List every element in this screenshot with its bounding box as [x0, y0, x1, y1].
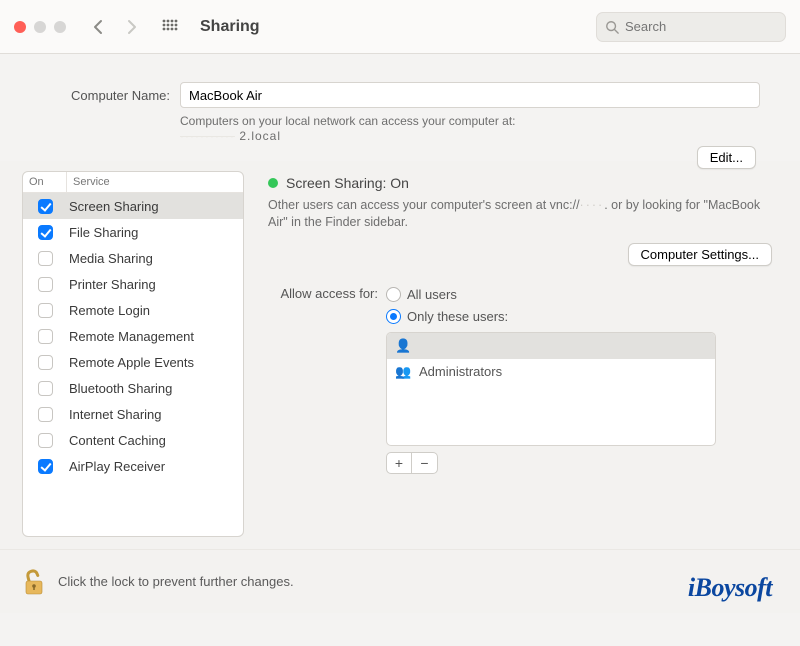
- services-header-on: On: [23, 172, 67, 192]
- service-checkbox[interactable]: [38, 459, 53, 474]
- service-name: Remote Apple Events: [67, 355, 243, 370]
- service-name: File Sharing: [67, 225, 243, 240]
- radio-icon: [386, 287, 401, 302]
- search-icon: [605, 20, 619, 34]
- service-name: Screen Sharing: [67, 199, 243, 214]
- allow-access-label: Allow access for:: [268, 284, 378, 474]
- computer-settings-button[interactable]: Computer Settings...: [628, 243, 773, 266]
- zoom-window-button[interactable]: [54, 21, 66, 33]
- user-name: Administrators: [419, 364, 502, 379]
- forward-button[interactable]: [120, 15, 144, 39]
- service-name: Content Caching: [67, 433, 243, 448]
- status-indicator-icon: [268, 178, 278, 188]
- computer-name-hostname: ··········· 2.local: [180, 129, 760, 143]
- search-input[interactable]: [625, 19, 777, 34]
- service-detail-pane: Screen Sharing: On Other users can acces…: [262, 171, 778, 537]
- lock-description: Click the lock to prevent further change…: [58, 574, 294, 589]
- back-button[interactable]: [86, 15, 110, 39]
- remove-user-button[interactable]: −: [412, 452, 438, 474]
- service-checkbox[interactable]: [38, 329, 53, 344]
- service-row[interactable]: File Sharing: [23, 219, 243, 245]
- service-checkbox[interactable]: [38, 433, 53, 448]
- computer-name-section: Computer Name: Computers on your local n…: [0, 54, 800, 161]
- computer-name-description: Computers on your local network can acce…: [180, 114, 640, 128]
- service-name: AirPlay Receiver: [67, 459, 243, 474]
- service-name: Bluetooth Sharing: [67, 381, 243, 396]
- service-name: Printer Sharing: [67, 277, 243, 292]
- service-checkbox[interactable]: [38, 225, 53, 240]
- service-checkbox[interactable]: [38, 407, 53, 422]
- service-checkbox[interactable]: [38, 381, 53, 396]
- radio-all-users[interactable]: All users: [386, 284, 772, 306]
- footer: Click the lock to prevent further change…: [0, 549, 800, 613]
- service-row[interactable]: Content Caching: [23, 427, 243, 453]
- edit-hostname-button[interactable]: Edit...: [697, 146, 756, 169]
- users-list[interactable]: 👤 👥 Administrators: [386, 332, 716, 446]
- service-checkbox[interactable]: [38, 277, 53, 292]
- person-icon: 👤: [395, 338, 411, 354]
- service-description: Other users can access your computer's s…: [268, 197, 772, 231]
- radio-icon: [386, 309, 401, 324]
- group-icon: 👥: [395, 364, 411, 380]
- radio-label: All users: [407, 287, 457, 302]
- service-row[interactable]: Remote Login: [23, 297, 243, 323]
- minimize-window-button[interactable]: [34, 21, 46, 33]
- service-checkbox[interactable]: [38, 251, 53, 266]
- brand-logo: iBoysoft: [688, 573, 772, 603]
- service-row[interactable]: Bluetooth Sharing: [23, 375, 243, 401]
- service-name: Media Sharing: [67, 251, 243, 266]
- window-controls: [14, 21, 66, 33]
- service-name: Internet Sharing: [67, 407, 243, 422]
- service-row[interactable]: Media Sharing: [23, 245, 243, 271]
- radio-label: Only these users:: [407, 309, 508, 324]
- services-header-service: Service: [67, 172, 243, 192]
- service-checkbox[interactable]: [38, 199, 53, 214]
- titlebar: Sharing: [0, 0, 800, 54]
- user-row[interactable]: 👥 Administrators: [387, 359, 715, 385]
- user-row[interactable]: 👤: [387, 333, 715, 359]
- search-field[interactable]: [596, 12, 786, 42]
- close-window-button[interactable]: [14, 21, 26, 33]
- service-row[interactable]: Remote Apple Events: [23, 349, 243, 375]
- radio-only-these-users[interactable]: Only these users:: [386, 306, 772, 328]
- service-checkbox[interactable]: [38, 303, 53, 318]
- service-row[interactable]: Screen Sharing: [23, 193, 243, 219]
- service-name: Remote Login: [67, 303, 243, 318]
- service-row[interactable]: Remote Management: [23, 323, 243, 349]
- lock-icon[interactable]: [22, 567, 46, 597]
- computer-name-input[interactable]: [180, 82, 760, 108]
- window-title: Sharing: [200, 18, 260, 36]
- service-row[interactable]: Printer Sharing: [23, 271, 243, 297]
- add-user-button[interactable]: +: [386, 452, 412, 474]
- computer-name-label: Computer Name:: [40, 88, 170, 103]
- service-checkbox[interactable]: [38, 355, 53, 370]
- service-row[interactable]: AirPlay Receiver: [23, 453, 243, 479]
- service-row[interactable]: Internet Sharing: [23, 401, 243, 427]
- service-name: Remote Management: [67, 329, 243, 344]
- content-area: On Service Screen Sharing File Sharing Med…: [0, 161, 800, 549]
- services-list: On Service Screen Sharing File Sharing Med…: [22, 171, 244, 537]
- service-status-label: Screen Sharing: On: [286, 175, 409, 191]
- show-all-prefs-button[interactable]: [158, 15, 182, 39]
